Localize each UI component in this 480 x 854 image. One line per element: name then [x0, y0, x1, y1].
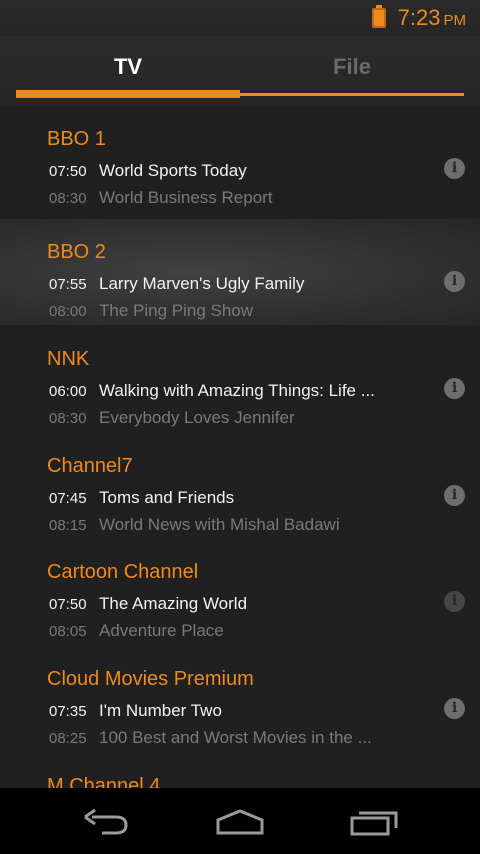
tab-selected-indicator: [16, 90, 240, 98]
program-title: World Business Report: [99, 188, 273, 207]
next-program: 08:15 World News with Mishal Badawi: [0, 515, 430, 539]
program-time: 07:55: [49, 276, 87, 293]
channel-name: BBO 2: [47, 241, 106, 263]
clock-ampm: PM: [443, 12, 467, 29]
info-icon[interactable]: i: [444, 271, 465, 292]
program-time: 08:15: [49, 517, 87, 534]
channel-name: Cloud Movies Premium: [47, 668, 254, 690]
program-title: World Sports Today: [99, 161, 247, 180]
tab-tv[interactable]: TV: [16, 54, 240, 80]
channel-name: M Channel 4: [47, 775, 161, 788]
clock-time: 7:23: [397, 5, 441, 30]
channel-row[interactable]: 5 NNK 06:00 Walking with Amazing Things:…: [0, 326, 480, 432]
channel-row[interactable]: 1 BBO 1 07:50 World Sports Today 08:30 W…: [0, 106, 480, 212]
tab-file[interactable]: File: [240, 54, 464, 80]
next-program: 08:30 World Business Report: [0, 188, 430, 212]
program-title: 100 Best and Worst Movies in the ...: [99, 728, 372, 747]
channel-name: Cartoon Channel: [47, 561, 199, 583]
tab-bar: TV File: [0, 36, 480, 106]
clock: 7:23 PM: [398, 5, 466, 31]
current-program: 06:00 Walking with Amazing Things: Life …: [0, 381, 430, 405]
info-icon[interactable]: i: [444, 378, 465, 399]
program-time: 07:45: [49, 490, 87, 507]
program-time: 07:35: [49, 703, 87, 720]
program-time: 07:50: [49, 163, 87, 180]
next-program: 08:00 The Ping Ping Show: [0, 301, 430, 325]
next-program: 08:30 Everybody Loves Jennifer: [0, 408, 430, 432]
channel-row[interactable]: 24 Cloud Movies Premium 07:35 I'm Number…: [0, 646, 480, 752]
battery-icon: [371, 5, 386, 28]
next-program: 08:25 100 Best and Worst Movies in the .…: [0, 728, 430, 752]
program-time: 08:30: [49, 190, 87, 207]
channel-row[interactable]: 9 Cartoon Channel 07:50 The Amazing Worl…: [0, 539, 480, 645]
navigation-bar: [0, 788, 480, 854]
recent-apps-icon[interactable]: [350, 808, 400, 836]
info-icon[interactable]: i: [444, 698, 465, 719]
program-time: 08:25: [49, 730, 87, 747]
program-time: 07:50: [49, 596, 87, 613]
status-bar: 7:23 PM: [0, 0, 480, 36]
program-title: World News with Mishal Badawi: [99, 515, 340, 534]
program-time: 06:00: [49, 383, 87, 400]
channel-list[interactable]: 1 BBO 1 07:50 World Sports Today 08:30 W…: [0, 106, 480, 788]
program-title: The Amazing World: [99, 594, 248, 613]
program-title: I'm Number Two: [99, 701, 222, 720]
info-icon[interactable]: i: [444, 591, 465, 612]
channel-row[interactable]: 3 BBO 2 07:55 Larry Marven's Ugly Family…: [0, 219, 480, 325]
program-title: Walking with Amazing Things: Life ...: [99, 381, 375, 400]
info-icon[interactable]: i: [444, 158, 465, 179]
channel-row[interactable]: 68 M Channel 4: [0, 753, 480, 788]
current-program: 07:35 I'm Number Two: [0, 701, 430, 725]
channel-name: Channel7: [47, 455, 133, 477]
channel-name: BBO 1: [47, 128, 106, 150]
current-program: 07:45 Toms and Friends: [0, 488, 430, 512]
home-icon[interactable]: [214, 808, 266, 836]
back-icon[interactable]: [82, 808, 132, 836]
channel-row[interactable]: 7 Channel7 07:45 Toms and Friends 08:15 …: [0, 433, 480, 539]
current-program: 07:50 The Amazing World: [0, 594, 430, 618]
program-title: Larry Marven's Ugly Family: [99, 274, 305, 293]
info-icon[interactable]: i: [444, 485, 465, 506]
program-title: Everybody Loves Jennifer: [99, 408, 295, 427]
channel-name: NNK: [47, 348, 90, 370]
program-time: 08:05: [49, 623, 87, 640]
next-program: 08:05 Adventure Place: [0, 621, 430, 645]
program-time: 08:30: [49, 410, 87, 427]
program-title: Toms and Friends: [99, 488, 235, 507]
program-title: Adventure Place: [99, 621, 224, 640]
program-title: The Ping Ping Show: [99, 301, 254, 320]
current-program: 07:55 Larry Marven's Ugly Family: [0, 274, 430, 298]
program-time: 08:00: [49, 303, 87, 320]
current-program: 07:50 World Sports Today: [0, 161, 430, 185]
